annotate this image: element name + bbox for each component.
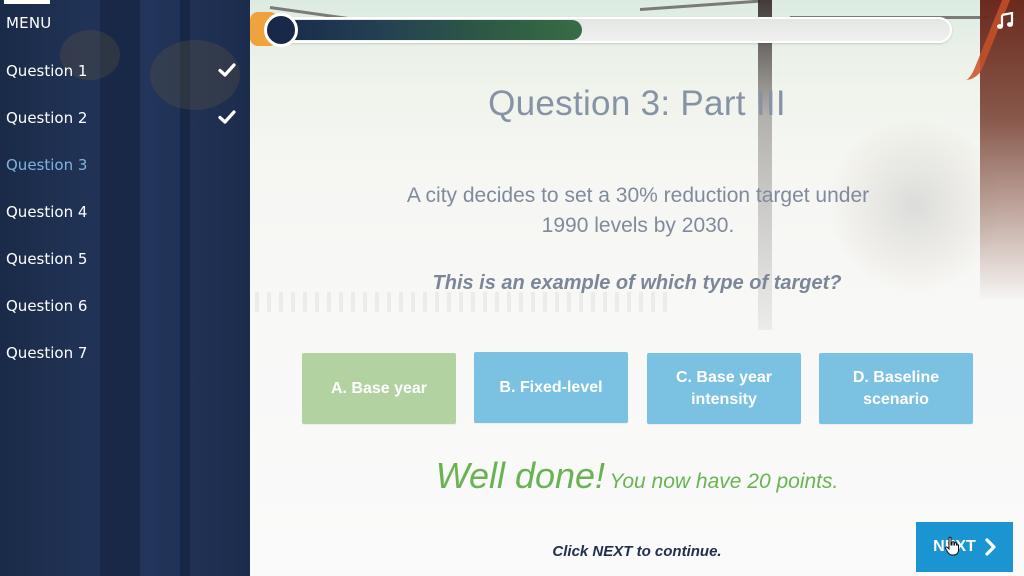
checkmark-icon — [218, 110, 236, 124]
sidebar-item-question-6[interactable]: Question 6 — [0, 282, 250, 329]
feedback-headline: Well done! — [435, 455, 606, 496]
sidebar-item-label: Question 7 — [6, 343, 88, 362]
background-fence — [255, 292, 675, 312]
question-prompt: This is an example of which type of targ… — [432, 272, 842, 294]
question-text: A city decides to set a 30% reduction ta… — [406, 184, 870, 237]
menu-heading: MENU — [6, 14, 52, 32]
next-button-label: NEXT — [933, 538, 976, 555]
sidebar-item-question-4[interactable]: Question 4 — [0, 188, 250, 235]
sidebar-item-label: Question 6 — [6, 296, 88, 315]
sidebar-menu: MENU Question 1 Question 2 Question 3 Qu… — [0, 0, 250, 576]
checkmark-icon — [218, 63, 236, 77]
sidebar-item-question-7[interactable]: Question 7 — [0, 329, 250, 376]
sidebar-item-question-1[interactable]: Question 1 — [0, 47, 250, 94]
sidebar-item-label: Question 1 — [6, 61, 88, 80]
answer-label: A. Base year — [330, 379, 428, 397]
sidebar-item-question-2[interactable]: Question 2 — [0, 94, 250, 141]
question-title: Question 3: Part III — [488, 84, 786, 123]
chevron-right-icon — [985, 538, 996, 556]
progress-knob — [264, 13, 298, 47]
sidebar-item-label: Question 5 — [6, 249, 88, 268]
question-list: Question 1 Question 2 Question 3 Questio… — [0, 47, 250, 376]
background-wire — [639, 0, 760, 11]
sidebar-item-label: Question 2 — [6, 108, 88, 127]
answer-button-d[interactable]: D. Baseline scenario — [819, 353, 973, 424]
continue-hint: Click NEXT to continue. — [552, 543, 722, 560]
next-button[interactable]: NEXT — [916, 522, 1013, 572]
answer-button-c[interactable]: C. Base year intensity — [647, 353, 801, 424]
answer-label: D. Baseline scenario — [852, 368, 940, 408]
sidebar-item-label: Question 3 — [6, 155, 88, 174]
answer-button-a[interactable]: A. Base year — [302, 353, 456, 424]
progress-bar — [264, 13, 952, 47]
progress-fill — [268, 20, 582, 40]
feedback-detail: You now have 20 points. — [609, 470, 839, 493]
answer-button-b[interactable]: B. Fixed-level — [474, 352, 628, 423]
answer-label: C. Base year intensity — [675, 368, 773, 408]
feedback-message: Well done! You now have 20 points. — [250, 455, 1024, 497]
answer-label: B. Fixed-level — [499, 378, 603, 396]
sidebar-item-question-5[interactable]: Question 5 — [0, 235, 250, 282]
sidebar-item-question-3[interactable]: Question 3 — [0, 141, 250, 188]
background-tree — [980, 0, 1024, 300]
music-note-icon[interactable] — [996, 12, 1014, 30]
sidebar-item-label: Question 4 — [6, 202, 88, 221]
sidebar-top-marker — [4, 0, 50, 4]
